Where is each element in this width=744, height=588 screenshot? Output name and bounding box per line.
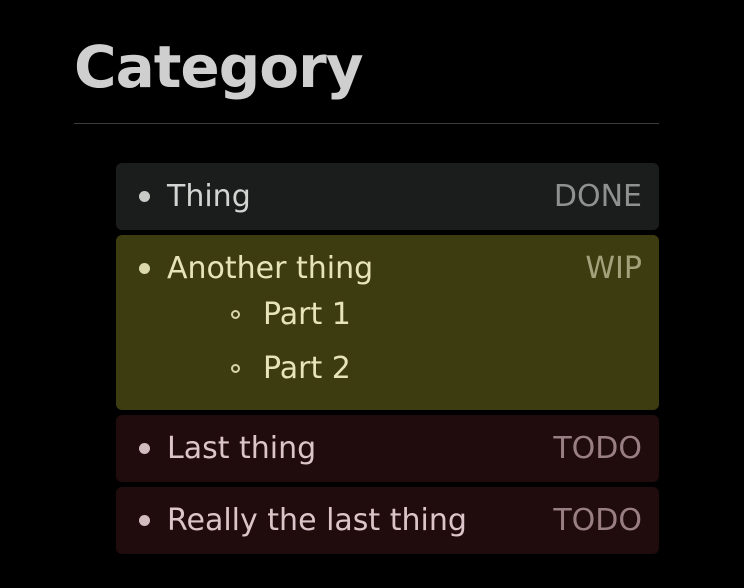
hollow-bullet-icon — [231, 310, 240, 319]
sub-list-item-part-1[interactable]: Part 1 — [116, 288, 659, 342]
bullet-icon — [139, 191, 150, 202]
task-list: Thing DONE Another thing WIP Part 1 Part… — [116, 163, 659, 559]
list-item-last-thing[interactable]: Last thing TODO — [116, 415, 659, 482]
list-item-row: Really the last thing TODO — [116, 487, 659, 554]
list-item-row: Thing DONE — [116, 163, 659, 230]
heading-divider — [74, 123, 659, 124]
sub-list-item-part-2[interactable]: Part 2 — [116, 342, 659, 396]
bullet-icon — [139, 515, 150, 526]
list-item-thing[interactable]: Thing DONE — [116, 163, 659, 230]
list-item-another-thing[interactable]: Another thing WIP Part 1 Part 2 — [116, 235, 659, 410]
list-item-really-the-last-thing[interactable]: Really the last thing TODO — [116, 487, 659, 554]
status-badge: TODO — [553, 503, 642, 538]
bullet-icon — [139, 443, 150, 454]
list-item-label: Last thing — [167, 431, 317, 466]
status-badge: TODO — [553, 431, 642, 466]
sub-list-item-label: Part 1 — [263, 297, 351, 332]
list-item-label: Really the last thing — [167, 503, 467, 538]
sub-list: Part 1 Part 2 — [116, 288, 659, 395]
status-badge: DONE — [553, 179, 642, 214]
category-heading: Category — [74, 33, 364, 101]
bullet-icon — [139, 263, 150, 274]
hollow-bullet-icon — [231, 364, 240, 373]
list-item-label: Thing — [167, 179, 251, 214]
sub-list-item-label: Part 2 — [263, 351, 351, 386]
list-item-row: Last thing TODO — [116, 415, 659, 482]
